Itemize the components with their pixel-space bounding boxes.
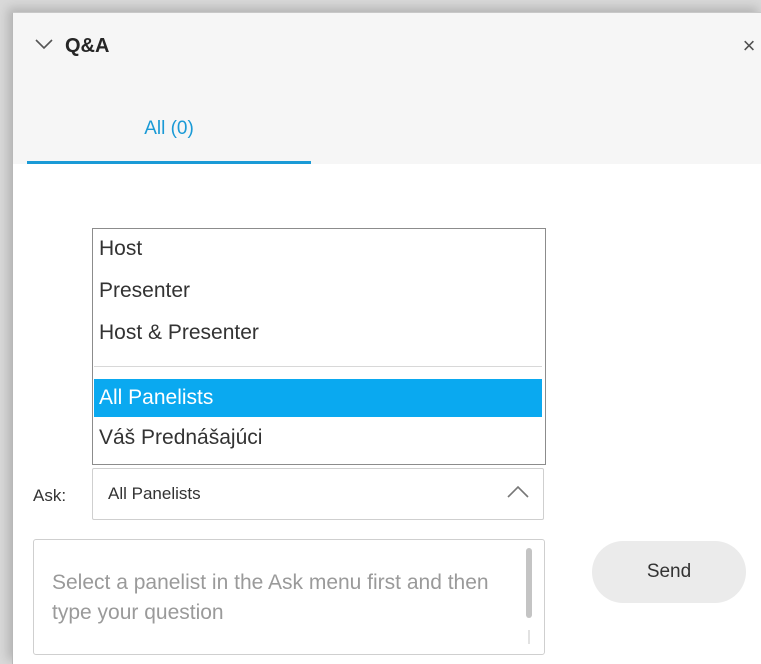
close-icon[interactable]: × <box>738 35 760 57</box>
ask-label: Ask: <box>33 486 67 505</box>
chevron-up-icon <box>507 485 529 498</box>
question-input[interactable] <box>34 540 524 654</box>
tab-all-label: All (0) <box>144 118 194 139</box>
ask-select-value: All Panelists <box>108 484 201 503</box>
dropdown-option-host-and-presenter[interactable]: Host & Presenter <box>94 314 542 352</box>
active-tab-indicator <box>27 161 311 164</box>
question-scrollbar[interactable] <box>526 548 532 618</box>
chevron-down-icon[interactable] <box>35 37 53 51</box>
ask-dropdown-list: Host Presenter Host & Presenter All Pane… <box>92 228 546 465</box>
panel-title: Q&A <box>65 35 110 57</box>
tab-all[interactable]: All (0) <box>27 88 311 164</box>
send-button[interactable]: Send <box>592 541 746 603</box>
ask-select[interactable]: All Panelists <box>92 468 544 520</box>
dropdown-option-all-panelists[interactable]: All Panelists <box>94 379 542 417</box>
qa-header: Q&A × <box>13 13 761 88</box>
question-box <box>33 539 545 655</box>
dropdown-separator <box>94 366 542 367</box>
tab-bar: All (0) <box>13 88 761 164</box>
dropdown-option-host[interactable]: Host <box>94 230 542 268</box>
dropdown-option-vas-prednasajuci[interactable]: Váš Prednášajúci <box>94 419 542 457</box>
qa-panel: Q&A × All (0) Host Presenter Host & Pres… <box>12 12 761 664</box>
dropdown-option-presenter[interactable]: Presenter <box>94 272 542 310</box>
scrollbar-track-end <box>528 630 530 644</box>
